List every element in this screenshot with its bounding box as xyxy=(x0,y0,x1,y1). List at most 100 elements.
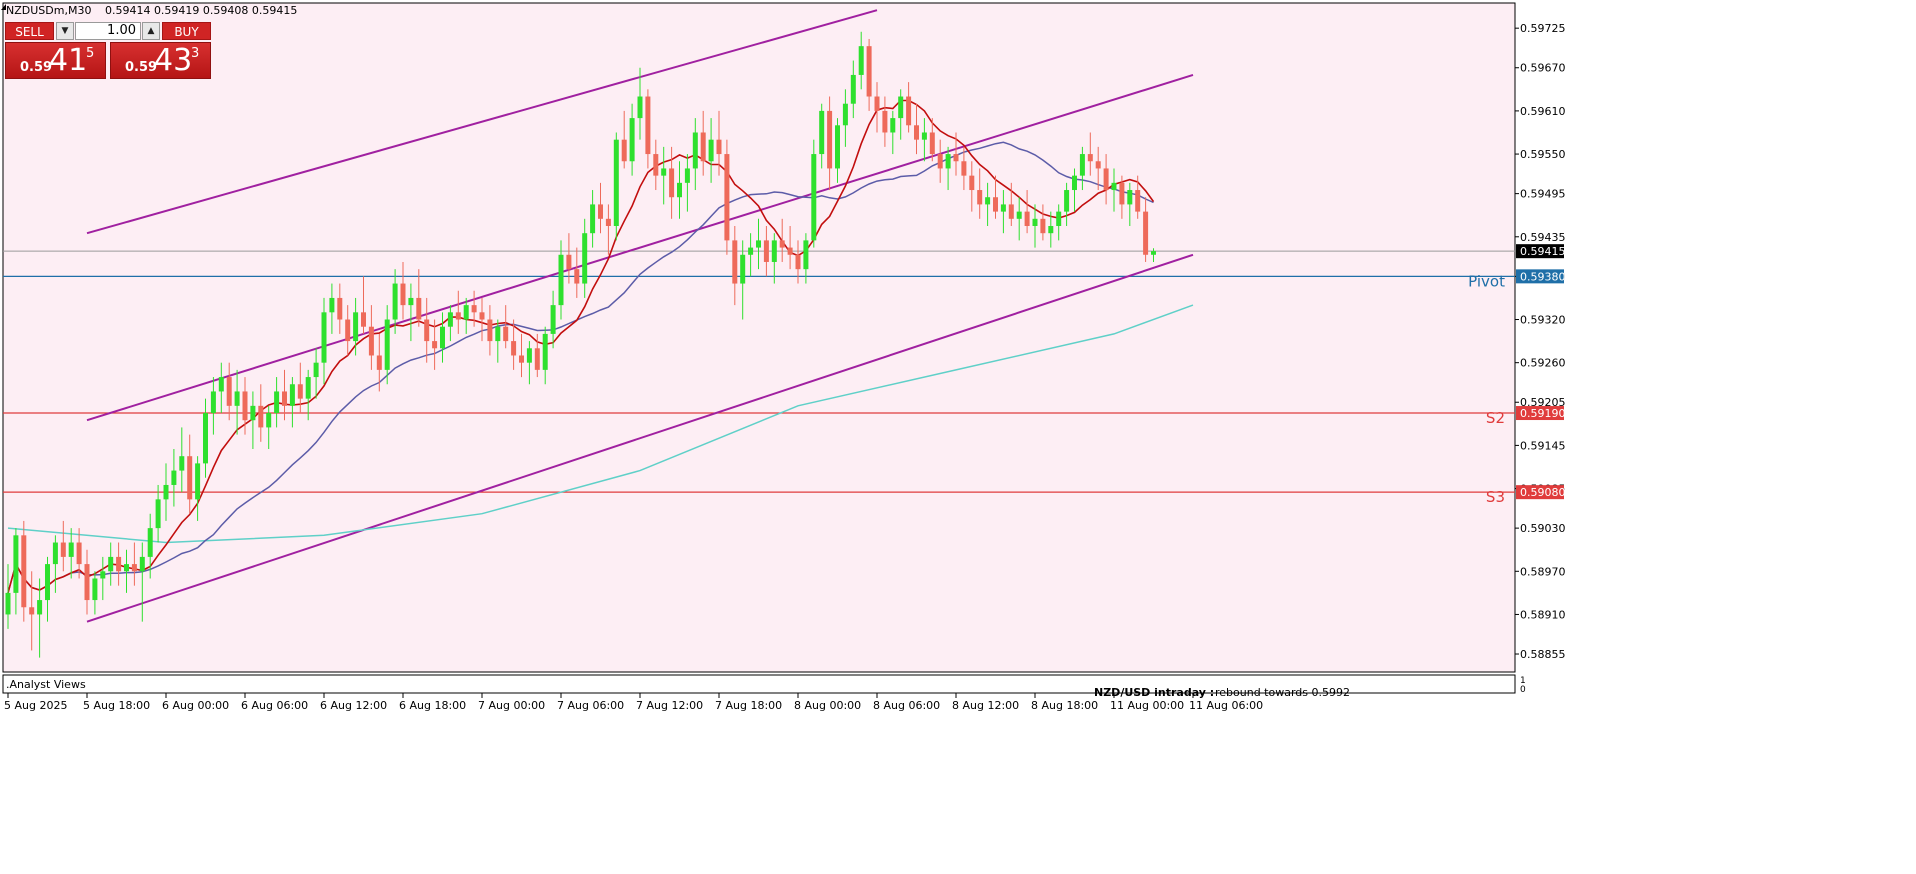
candle-body xyxy=(605,218,611,226)
x-tick-label: 11 Aug 00:00 xyxy=(1110,699,1184,712)
candle[interactable] xyxy=(21,520,27,622)
candle-body xyxy=(1072,175,1077,191)
y-tick-label: 0.59320 xyxy=(1520,314,1566,327)
current-price-label: 0.59415 xyxy=(1520,245,1566,258)
candle-body xyxy=(993,197,998,212)
candle-body xyxy=(13,535,19,593)
buy-price-pips: 43 xyxy=(154,43,193,78)
candle-body xyxy=(487,319,493,342)
candle-body xyxy=(590,204,596,234)
chart-background xyxy=(3,3,1515,672)
candle-body xyxy=(874,96,880,111)
candle-body xyxy=(653,154,659,176)
candle-body xyxy=(519,355,524,363)
candle-body xyxy=(108,556,114,572)
candle-body xyxy=(163,484,169,500)
candle-body xyxy=(68,542,74,557)
candle[interactable] xyxy=(613,132,619,241)
candle-body xyxy=(661,168,667,176)
candle[interactable] xyxy=(724,139,730,255)
x-tick-label: 11 Aug 06:00 xyxy=(1189,699,1263,712)
candle-body xyxy=(645,96,651,155)
level-label-s3: S3 xyxy=(1486,488,1505,506)
x-tick-label: 6 Aug 06:00 xyxy=(241,699,308,712)
y-tick-label: 0.59670 xyxy=(1520,62,1566,75)
candle-body xyxy=(787,247,793,255)
one-click-trading-panel: SELL ▼ 1.00 ▲ BUY 0.59 41 5 0.59 43 3 xyxy=(5,22,211,79)
x-tick-label: 6 Aug 00:00 xyxy=(162,699,229,712)
candle-body xyxy=(124,564,129,572)
sell-button[interactable]: SELL xyxy=(5,22,54,40)
candle-body xyxy=(321,312,327,363)
candle-body xyxy=(977,190,983,205)
price-chart[interactable]: Pivot S2 S3 0.59725 0.59670 0.59610 0.59550 0.… xyxy=(0,0,1916,874)
candle-body xyxy=(898,96,904,119)
candle-body xyxy=(337,297,343,320)
candle-body xyxy=(921,132,927,140)
candle-body xyxy=(779,240,785,248)
buy-price-button[interactable]: 0.59 43 3 xyxy=(110,42,211,79)
y-tick-label: 0.58910 xyxy=(1520,608,1566,621)
candle-body xyxy=(637,96,643,119)
candle-body xyxy=(1087,154,1093,162)
candle-body xyxy=(1127,190,1133,205)
analyst-note-label: NZD/USD intraday : xyxy=(1094,686,1214,699)
candle-body xyxy=(171,470,177,485)
candle-body xyxy=(1119,182,1125,205)
candle-body xyxy=(1064,190,1070,212)
candle-body xyxy=(45,564,50,601)
sell-price-fraction: 5 xyxy=(86,46,95,61)
candle-body xyxy=(289,384,295,406)
candle-body xyxy=(92,578,98,601)
candle-body xyxy=(756,240,761,248)
candle-body xyxy=(100,571,106,579)
candle-body xyxy=(803,240,809,270)
candle-body xyxy=(21,535,27,608)
lot-size-input[interactable]: 1.00 xyxy=(75,22,141,40)
candle-body xyxy=(1111,182,1117,191)
candle-body xyxy=(1040,218,1046,234)
lot-decrease-icon[interactable]: ▼ xyxy=(56,22,74,40)
candle-body xyxy=(1008,204,1014,219)
candle-body xyxy=(669,168,675,198)
candle-body xyxy=(542,333,548,370)
candle-body xyxy=(574,269,580,284)
candle-body xyxy=(914,125,919,140)
candle-body xyxy=(850,74,856,104)
x-tick-label: 8 Aug 06:00 xyxy=(873,699,940,712)
candle-body xyxy=(226,377,232,406)
candle-body xyxy=(526,348,532,363)
candle-body xyxy=(748,247,754,255)
subwindow-scale-bottom: 0 xyxy=(1520,685,1526,695)
y-tick-label: 0.59435 xyxy=(1520,231,1566,244)
candle-body xyxy=(329,297,335,313)
buy-price-prefix: 0.59 xyxy=(125,60,158,75)
buy-button[interactable]: BUY xyxy=(162,22,211,40)
candle[interactable] xyxy=(811,139,817,248)
candle-body xyxy=(906,96,912,126)
candle-body xyxy=(969,175,975,191)
level-price-s3-label: 0.59080 xyxy=(1520,486,1566,499)
x-tick-label: 8 Aug 12:00 xyxy=(952,699,1019,712)
header-symbol: NZDUSDm,M30 xyxy=(6,4,91,17)
candle-body xyxy=(1024,211,1030,226)
candle-body xyxy=(1103,168,1109,191)
candle-body xyxy=(234,391,240,406)
y-tick-label: 0.59145 xyxy=(1520,439,1566,452)
candle-body xyxy=(84,564,90,601)
candle-body xyxy=(1151,251,1156,255)
x-tick-label: 8 Aug 18:00 xyxy=(1031,699,1098,712)
candle-body xyxy=(440,326,445,349)
candle-body xyxy=(1079,154,1085,176)
candle-body xyxy=(1135,190,1141,212)
sell-price-button[interactable]: 0.59 41 5 xyxy=(5,42,106,79)
candle-body xyxy=(763,240,769,262)
candle-body xyxy=(835,125,840,169)
y-tick-label: 0.59495 xyxy=(1520,188,1566,201)
candle-body xyxy=(471,305,477,313)
lot-increase-icon[interactable]: ▲ xyxy=(142,22,160,40)
candle-body xyxy=(392,283,398,320)
candle-body xyxy=(258,405,264,428)
candle-body xyxy=(37,600,43,615)
candle-body xyxy=(945,154,951,169)
